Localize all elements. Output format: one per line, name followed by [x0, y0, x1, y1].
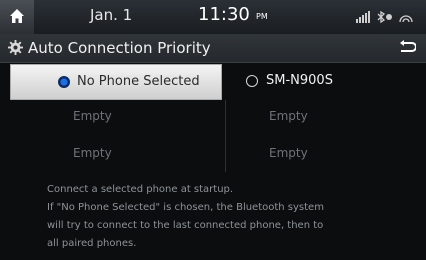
page-title: Auto Connection Priority	[28, 39, 211, 57]
radio-selected-icon	[58, 76, 70, 88]
column-divider	[225, 100, 226, 172]
empty-slot[interactable]: Empty	[73, 146, 112, 160]
home-icon	[10, 9, 24, 23]
signal-icon	[356, 10, 413, 24]
description-line: will try to connect to the last connecte…	[47, 220, 324, 231]
option-label: SM-N900S	[266, 73, 333, 88]
status-date: Jan. 1	[90, 6, 133, 24]
description-line: If "No Phone Selected" is chosen, the Bl…	[47, 202, 324, 213]
back-icon[interactable]	[398, 40, 416, 54]
status-bar: Jan. 1 11:30 PM	[0, 0, 426, 34]
empty-slot[interactable]: Empty	[269, 146, 308, 160]
status-ampm: PM	[256, 12, 268, 21]
home-button[interactable]	[0, 0, 34, 34]
description-line: Connect a selected phone at startup.	[47, 184, 234, 195]
description-line: all paired phones.	[47, 238, 137, 249]
status-time: 11:30	[198, 4, 250, 25]
empty-slot[interactable]: Empty	[73, 109, 112, 123]
settings-gear-icon	[8, 40, 23, 55]
empty-slot[interactable]: Empty	[269, 109, 308, 123]
radio-unselected-icon	[246, 75, 258, 87]
option-sm-n900s[interactable]: SM-N900S	[228, 64, 418, 100]
bluetooth-icon	[377, 10, 392, 24]
description-text: Connect a selected phone at startup. If …	[47, 181, 392, 253]
option-label: No Phone Selected	[77, 74, 200, 89]
title-bar: Auto Connection Priority	[0, 34, 426, 63]
option-no-phone-selected[interactable]: No Phone Selected	[10, 64, 222, 100]
screen: Jan. 1 11:30 PM Auto Connection Priority…	[0, 0, 426, 260]
